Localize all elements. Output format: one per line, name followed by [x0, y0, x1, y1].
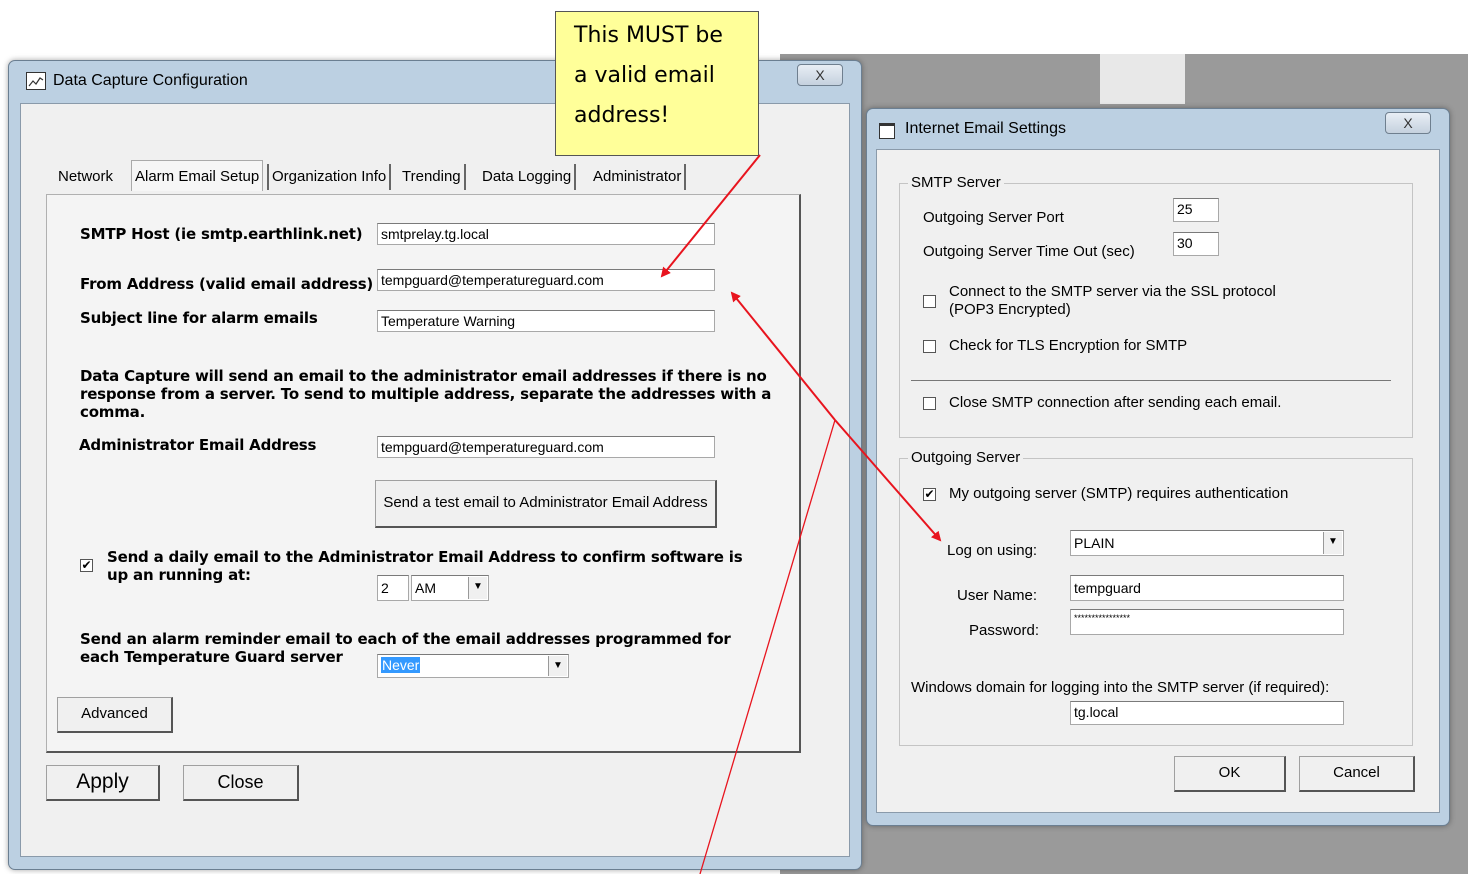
- arrow-from-to-logon-b: [834, 419, 942, 542]
- annotation-arrows: [660, 154, 942, 874]
- arrow-from-to-logon: [730, 291, 836, 421]
- arrow-tail-line: [699, 419, 836, 874]
- arrow-callout-to-from: [660, 154, 761, 278]
